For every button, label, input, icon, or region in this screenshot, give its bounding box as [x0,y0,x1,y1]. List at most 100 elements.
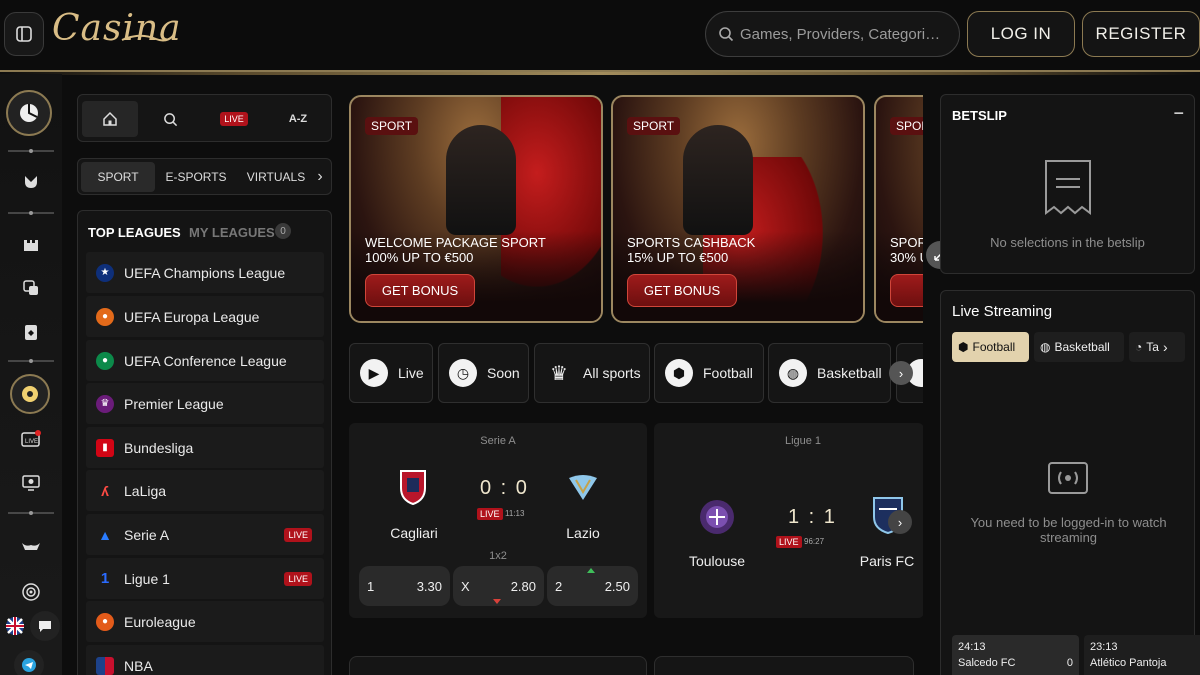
nav-live-button[interactable]: LIVE [206,101,262,137]
rail-sports-button[interactable] [6,90,52,136]
basketball-icon: ◍ [779,359,807,387]
home-icon [103,111,117,126]
stream-mini-card[interactable]: 24:13 Salcedo FC 0 [952,635,1079,675]
get-bonus-button[interactable]: GET BONUS [627,274,737,307]
sports-icon [20,104,38,122]
live-badge: LIVE [284,571,312,586]
tab-virtuals[interactable]: VIRTUALS [238,162,314,192]
search-icon [163,112,177,126]
login-button[interactable]: LOG IN [967,11,1075,57]
sport-type-tabs: SPORT E-SPORTS VIRTUALS › [77,158,332,195]
banner-art [683,125,753,235]
match-score: 1 : 1 [788,506,837,528]
stream-tab-tennis[interactable]: ◔ Ta › [1129,332,1185,362]
chat-button[interactable] [30,611,60,641]
live-tv-icon: LIVE [21,430,41,447]
rail-target-button[interactable] [11,572,51,612]
sport-chip-football[interactable]: ⬢ Football [654,343,764,403]
telegram-button[interactable] [14,650,44,675]
betslip-panel: BETSLIP − No selections in the betslip [940,94,1195,274]
league-item-europa-league[interactable]: ● UEFA Europa League [86,296,324,337]
promo-banner-welcome[interactable]: SPORT WELCOME PACKAGE SPORT 100% UP TO €… [349,95,603,323]
stream-tab-football[interactable]: ⬢ Football [952,332,1029,362]
match-card[interactable]: Serie A 0 : 0 LIVE 11:13 Cagliari Lazio … [349,423,647,618]
chip-label: All sports [583,365,641,381]
betslip-collapse-button[interactable]: − [1173,103,1184,124]
monitor-icon [22,475,40,491]
streaming-login-message: You need to be logged-in to watch stream… [970,515,1167,545]
sport-chip-live[interactable]: ▶ Live [349,343,433,403]
stream-tabs-next-chevron-icon[interactable]: › [1163,339,1168,355]
chips-next-chevron-icon[interactable]: › [889,361,913,385]
match-score: 0 : 0 [480,477,529,499]
quick-nav: LIVE A-Z [77,94,332,142]
nav-search-button[interactable] [142,101,198,137]
league-item-serie-a[interactable]: ▲ Serie A LIVE [86,514,324,555]
nav-az-button[interactable]: A-Z [270,101,326,137]
rail-bull-button[interactable] [11,526,51,566]
register-button[interactable]: REGISTER [1082,11,1200,57]
rail-football-button[interactable] [10,374,50,414]
rail-casino-button[interactable] [11,162,51,202]
league-item-nba[interactable]: NBA [86,645,324,675]
home-button[interactable] [82,101,138,137]
top-leagues-tab[interactable]: TOP LEAGUES [88,225,181,240]
nba-icon [96,656,114,675]
sport-chip-basketball[interactable]: ◍ Basketball [768,343,891,403]
clock-icon: ◷ [449,359,477,387]
league-item-champions-league[interactable]: ★ UEFA Champions League [86,252,324,293]
broadcast-icon [1048,462,1088,494]
uk-flag-icon [6,617,24,635]
promo-banner-third[interactable]: SPOR SPOR 30% U GE [874,95,923,323]
rail-cards-button[interactable] [11,312,51,352]
home-team: Cagliari [390,525,438,541]
match-card[interactable]: Ligue 1 1 : 1 LIVE 96:27 Toulouse Paris … [654,423,923,618]
banner-badge: SPORT [365,117,419,135]
stream-mini-card[interactable]: 23:13 Atlético Pantoja [1084,635,1200,675]
rail-castle-button[interactable] [11,224,51,264]
banner-subtitle: 30% U [890,250,923,265]
tabs-next-chevron-icon[interactable]: › [312,162,328,192]
banner-art [446,125,516,235]
champions-league-icon: ★ [96,263,114,282]
chip-label: Soon [487,365,520,381]
league-item-laliga[interactable]: ʎ LaLiga [86,470,324,511]
league-item-bundesliga[interactable]: ▮ Bundesliga [86,427,324,468]
match-card-partial[interactable] [349,656,647,675]
match-clock: 96:27 [804,537,825,546]
my-leagues-tab[interactable]: MY LEAGUES [189,225,275,240]
dice-icon [23,280,38,295]
basketball-icon: ◍ [1040,340,1051,354]
language-button[interactable] [0,611,30,641]
search-icon [719,27,734,42]
league-item-conference-league[interactable]: ● UEFA Conference League [86,340,324,381]
chip-label: Live [398,365,424,381]
promo-banner-cashback[interactable]: SPORT SPORTS CASHBACK 15% UP TO €500 GET… [611,95,865,323]
tab-esports[interactable]: E-SPORTS [158,162,234,192]
league-item-ligue-1[interactable]: 1 Ligue 1 LIVE [86,558,324,599]
sport-chip-soon[interactable]: ◷ Soon [438,343,529,403]
sport-chip-all-sports[interactable]: ♛ All sports [534,343,650,403]
rail-virtual-button[interactable] [11,463,51,503]
rail-dice-button[interactable] [11,268,51,308]
stream-tab-basketball[interactable]: ◍ Basketball [1034,332,1124,362]
tab-sport[interactable]: SPORT [81,162,155,192]
stream-tab-label: Basketball [1054,340,1110,354]
betslip-empty-text: No selections in the betslip [990,235,1145,250]
league-item-premier-league[interactable]: ♛ Premier League [86,383,324,424]
rail-live-button[interactable]: LIVE [11,419,51,459]
logo-swash-icon [121,34,174,42]
search-placeholder: Games, Providers, Categori… [740,25,941,43]
rail-divider-ornament-icon [8,511,54,515]
stream-tab-label: Football [972,340,1016,354]
matches-next-chevron-icon[interactable]: › [888,510,912,534]
football-icon: ⬢ [958,340,969,354]
conference-league-icon: ● [96,351,114,370]
search-input[interactable]: Games, Providers, Categori… [705,11,960,57]
match-card-partial[interactable] [654,656,914,675]
banner-badge: SPOR [890,117,923,135]
get-bonus-button[interactable]: GET BONUS [365,274,475,307]
league-item-euroleague[interactable]: ● Euroleague [86,601,324,642]
sidebar-toggle-button[interactable] [4,12,44,56]
get-bonus-button[interactable]: GE [890,274,923,307]
